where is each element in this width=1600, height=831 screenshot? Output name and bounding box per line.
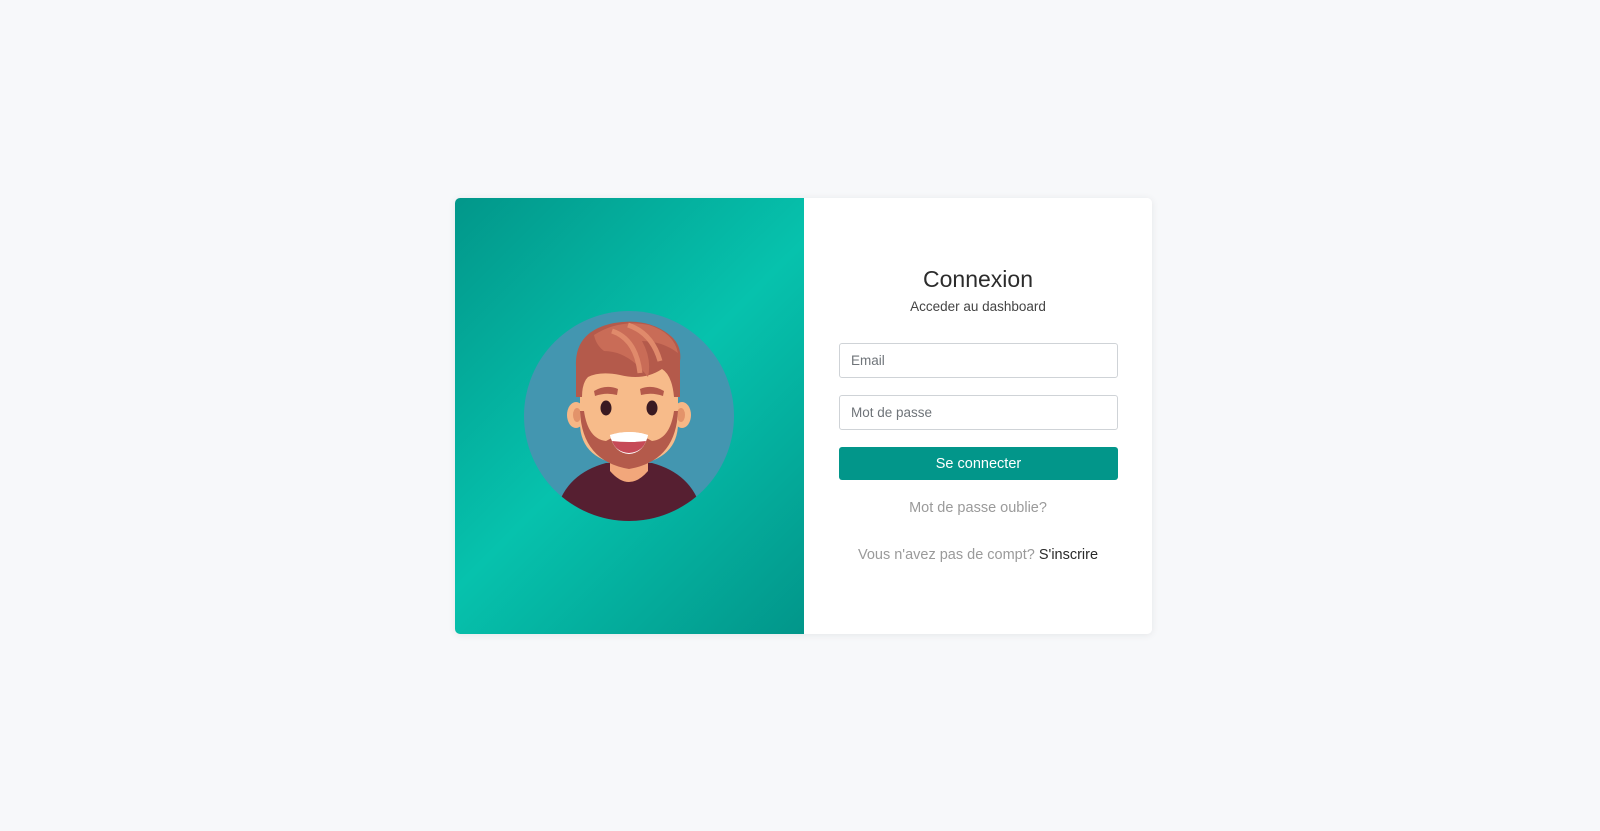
login-button[interactable]: Se connecter — [839, 447, 1118, 480]
login-card: Connexion Acceder au dashboard Se connec… — [455, 198, 1152, 634]
signup-link[interactable]: S'inscrire — [1039, 547, 1098, 563]
user-avatar-icon — [524, 311, 734, 521]
page-title: Connexion — [923, 266, 1033, 292]
signup-prompt: Vous n'avez pas de compt? S'inscrire — [804, 547, 1152, 563]
page-subtitle: Acceder au dashboard — [910, 299, 1046, 314]
email-field[interactable] — [839, 343, 1118, 378]
no-account-text: Vous n'avez pas de compt? — [857, 547, 1035, 563]
illustration-panel — [455, 198, 804, 634]
password-field[interactable] — [839, 395, 1118, 430]
forgot-password-link[interactable]: Mot de passe oublie? — [804, 500, 1152, 516]
login-form-panel: Connexion Acceder au dashboard Se connec… — [804, 198, 1152, 634]
